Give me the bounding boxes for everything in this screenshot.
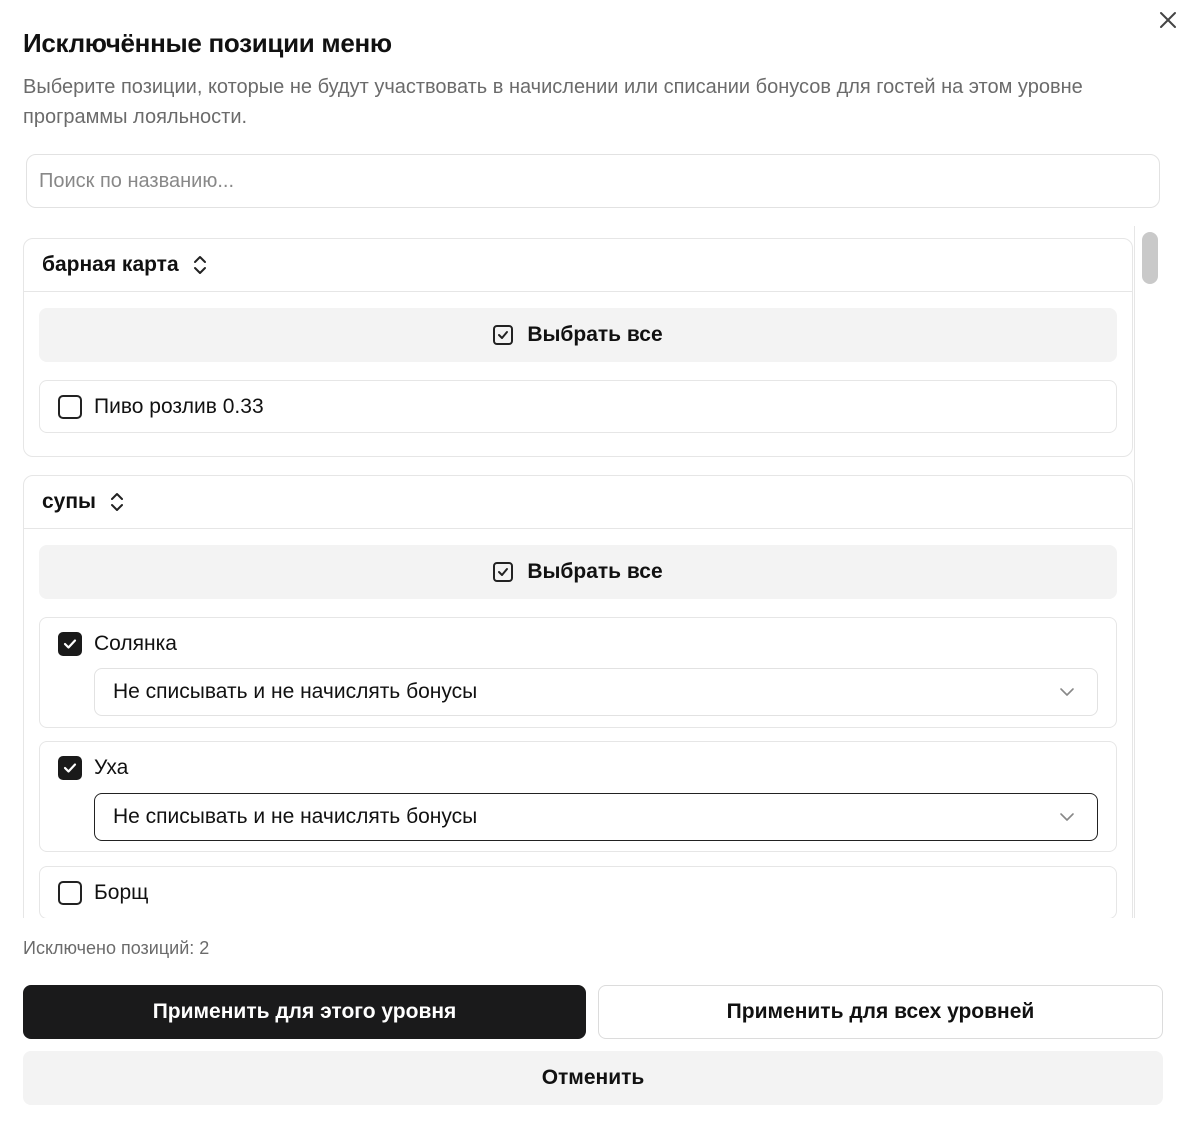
menu-item-row: Солянка	[58, 630, 177, 658]
cancel-button[interactable]: Отменить	[23, 1051, 1163, 1105]
menu-items-list[interactable]: барная карта Выбрать все Пиво розлив 0.3…	[23, 226, 1163, 918]
select-all-label: Выбрать все	[527, 560, 663, 583]
apply-all-levels-button[interactable]: Применить для всех уровней	[598, 985, 1163, 1039]
bonus-rule-select[interactable]: Не списывать и не начислять бонусы	[94, 668, 1098, 716]
chevron-up-down-icon	[110, 492, 124, 512]
category-soups: супы Выбрать все Солянка Не списывать и …	[23, 475, 1133, 918]
scrollbar[interactable]	[1134, 226, 1163, 918]
chevron-down-icon	[1060, 688, 1074, 696]
menu-item-row: Уха	[58, 754, 128, 782]
menu-item-card: Солянка Не списывать и не начислять бону…	[39, 617, 1117, 728]
item-checkbox[interactable]	[58, 395, 82, 419]
item-checkbox[interactable]	[58, 881, 82, 905]
chevron-up-down-icon	[193, 255, 207, 275]
bonus-rule-value: Не списывать и не начислять бонусы	[113, 680, 478, 703]
item-label: Уха	[94, 756, 129, 779]
menu-item-card: Пиво розлив 0.33	[39, 380, 1117, 433]
chevron-down-icon	[1060, 813, 1074, 821]
select-all-button[interactable]: Выбрать все	[39, 545, 1117, 599]
search-input[interactable]	[26, 154, 1160, 208]
check-icon	[63, 639, 77, 649]
close-icon	[1160, 12, 1176, 28]
item-label: Солянка	[94, 632, 177, 655]
dialog-subtitle: Выберите позиции, которые не будут участ…	[23, 76, 1083, 128]
item-checkbox[interactable]	[58, 756, 82, 780]
category-header[interactable]: супы	[24, 476, 1132, 529]
menu-item-card: Уха Не списывать и не начислять бонусы	[39, 741, 1117, 852]
bonus-rule-select[interactable]: Не списывать и не начислять бонусы	[94, 793, 1098, 841]
select-all-label: Выбрать все	[527, 323, 663, 346]
close-button[interactable]	[1156, 8, 1180, 32]
bonus-rule-value: Не списывать и не начислять бонусы	[113, 805, 478, 828]
scrollbar-thumb[interactable]	[1142, 232, 1158, 284]
menu-item-row: Пиво розлив 0.33	[58, 393, 264, 421]
menu-item-row: Борщ	[58, 879, 148, 907]
item-checkbox[interactable]	[58, 632, 82, 656]
category-bar-menu: барная карта Выбрать все Пиво розлив 0.3…	[23, 238, 1133, 457]
item-label: Борщ	[94, 881, 149, 904]
item-label: Пиво розлив 0.33	[94, 395, 264, 418]
dialog-title: Исключённые позиции меню	[23, 28, 392, 58]
menu-item-card: Борщ	[39, 866, 1117, 918]
category-name: барная карта	[42, 253, 179, 276]
category-header[interactable]: барная карта	[24, 239, 1132, 292]
checkbox-check-icon	[493, 562, 514, 582]
select-all-button[interactable]: Выбрать все	[39, 308, 1117, 362]
apply-this-level-button[interactable]: Применить для этого уровня	[23, 985, 586, 1039]
checkbox-check-icon	[493, 325, 514, 345]
check-icon	[63, 763, 77, 773]
excluded-count: Исключено позиций: 2	[23, 938, 210, 958]
category-name: супы	[42, 490, 96, 513]
